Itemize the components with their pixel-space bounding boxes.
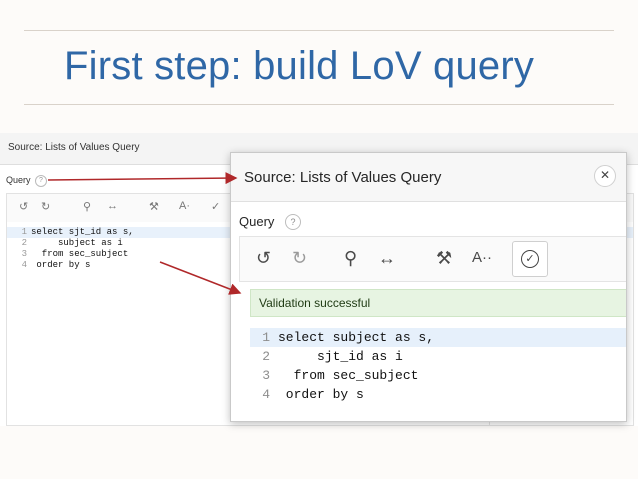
help-icon[interactable]: ? xyxy=(285,214,301,230)
code-line: 4 order by s xyxy=(262,387,364,402)
dialog-title: Source: Lists of Values Query xyxy=(244,169,442,186)
search-icon[interactable]: ⚲ xyxy=(83,200,91,213)
swap-icon[interactable]: ↔ xyxy=(378,248,396,268)
code-line: 2 sjt_id as i xyxy=(262,349,403,364)
lov-query-dialog: Source: Lists of Values Query ✕ Query ? … xyxy=(230,152,627,422)
undo-icon[interactable]: ↺ xyxy=(256,248,271,268)
bg-dialog-title: Source: Lists of Values Query xyxy=(8,142,140,153)
redo-icon[interactable]: ↻ xyxy=(292,248,307,268)
code-line: 1 select subject as s, xyxy=(250,328,626,347)
hammer-icon[interactable]: ⚒ xyxy=(436,248,452,268)
bg-query-label: Query xyxy=(6,175,31,185)
dialog-header: Source: Lists of Values Query ✕ xyxy=(231,153,626,202)
font-size-icon[interactable]: A· xyxy=(179,200,190,212)
code-editor[interactable]: 1 select subject as s, 2 sjt_id as i 3 fr… xyxy=(250,323,626,419)
success-message: Validation successful xyxy=(259,296,371,310)
validate-button[interactable]: ✓ xyxy=(512,241,548,277)
slide-title: First step: build LoV query xyxy=(64,44,535,88)
hammer-icon[interactable]: ⚒ xyxy=(149,200,159,213)
title-rule xyxy=(24,104,614,105)
query-label: Query xyxy=(239,214,275,229)
validate-icon[interactable]: ✓ xyxy=(211,200,220,213)
editor-toolbar: ↺ ↻ ⚲ ↔ ⚒ A·· ✓ xyxy=(239,236,626,282)
bg-help-icon[interactable]: ? xyxy=(35,175,47,187)
close-button[interactable]: ✕ xyxy=(594,165,616,187)
redo-icon[interactable]: ↻ xyxy=(41,200,50,213)
top-rule xyxy=(24,30,614,31)
undo-icon[interactable]: ↺ xyxy=(19,200,28,213)
validate-icon: ✓ xyxy=(521,250,539,268)
validation-success-banner: Validation successful xyxy=(250,289,626,317)
swap-icon[interactable]: ↔ xyxy=(107,200,118,212)
code-line: 3 from sec_subject xyxy=(262,368,419,383)
search-icon[interactable]: ⚲ xyxy=(344,248,357,268)
font-size-icon[interactable]: A·· xyxy=(472,248,492,268)
